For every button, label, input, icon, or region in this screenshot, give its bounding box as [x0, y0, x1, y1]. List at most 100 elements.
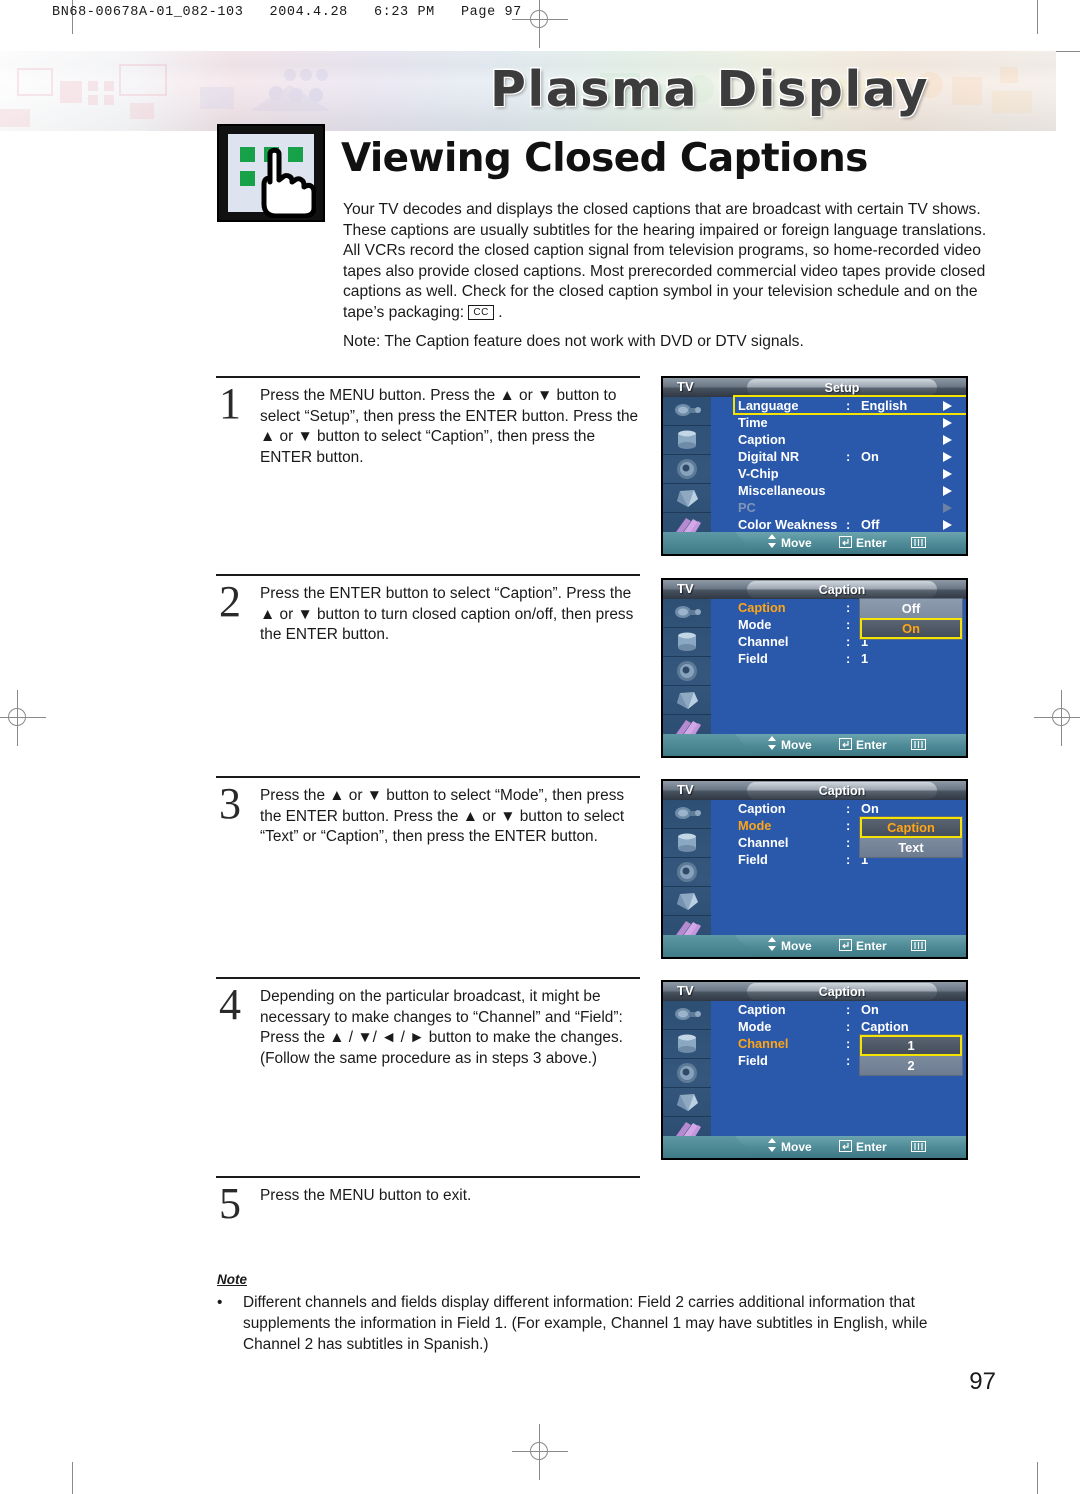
osd-setup-menu[interactable]: TV Setup Language: English Time Caption…	[661, 376, 968, 556]
menu-row-time[interactable]: Time	[711, 414, 966, 431]
osd-sidebar	[663, 599, 711, 756]
page-number: 97	[969, 1368, 996, 1395]
sidebar-item-channel[interactable]	[663, 484, 711, 513]
osd-caption-mode-menu[interactable]: TV Caption Caption: On Mode: Channel:…	[661, 779, 968, 959]
osd-caption-channel-menu[interactable]: TV Caption Caption: On Mode: Caption C…	[661, 980, 968, 1160]
menu-row-label: Field	[738, 1053, 768, 1068]
bullet-icon: •	[217, 1294, 223, 1311]
menu-row-language[interactable]: Language : English	[711, 395, 966, 415]
menu-row-color-weakness[interactable]: Color Weakness : Off	[711, 516, 966, 533]
footer-enter: Enter	[839, 534, 887, 553]
caption-mode-dropdown[interactable]: Caption Text	[859, 816, 963, 858]
menu-row-field[interactable]: Field : 1	[711, 650, 966, 667]
sidebar-item-picture[interactable]	[663, 829, 711, 858]
pointing-hand-icon	[261, 147, 316, 218]
sound-icon	[677, 862, 697, 882]
menu-row-label: Channel	[738, 634, 789, 649]
channel-icon	[677, 490, 698, 507]
dropdown-option-caption[interactable]: Caption	[860, 817, 962, 838]
osd-menu-title: Caption	[747, 581, 937, 598]
menu-row-caption[interactable]: Caption	[711, 431, 966, 448]
step-text: Press the ENTER button to select “Captio…	[260, 585, 634, 644]
osd-footer-bar: Move Enter Return	[663, 532, 966, 554]
menu-row-label: Caption	[738, 801, 786, 816]
menu-row-miscellaneous[interactable]: Miscellaneous	[711, 482, 966, 499]
menu-row-colon: :	[846, 617, 851, 632]
menu-key-icon	[911, 737, 926, 755]
osd-sidebar	[663, 397, 711, 554]
menu-row-mode[interactable]: Mode : Caption	[711, 1018, 966, 1035]
menu-row-v-chip[interactable]: V-Chip	[711, 465, 966, 482]
menu-row-label: PC	[738, 500, 756, 515]
sidebar-item-sound[interactable]	[663, 858, 711, 887]
menu-row-label: Channel	[738, 835, 789, 850]
dropdown-option-channel-2[interactable]: 2	[860, 1056, 962, 1075]
chevron-right-icon	[943, 435, 952, 445]
caption-channel-dropdown[interactable]: 1 2	[859, 1034, 963, 1076]
intro-paragraph: Your TV decodes and displays the closed …	[343, 200, 993, 323]
osd-tv-label: TV	[677, 782, 694, 797]
sidebar-item-input-source[interactable]	[663, 397, 711, 426]
menu-key-icon	[911, 938, 926, 956]
page-title: Viewing Closed Captions	[341, 136, 868, 181]
menu-key-icon	[911, 535, 926, 553]
up-down-arrow-icon	[767, 534, 777, 553]
sidebar-item-input-source[interactable]	[663, 599, 711, 628]
dropdown-option-text[interactable]: Text	[860, 838, 962, 857]
chevron-right-icon	[943, 469, 952, 479]
menu-row-label: Time	[738, 415, 768, 430]
crop-mark-bottom-right-vertical	[1037, 1462, 1038, 1494]
enter-key-icon	[839, 1139, 852, 1157]
menu-row-caption[interactable]: Caption : On	[711, 800, 966, 817]
footer-return: Return	[911, 1138, 966, 1158]
dropdown-option-off[interactable]: Off	[860, 599, 962, 618]
footer-enter: Enter	[839, 1138, 887, 1157]
menu-row-value: Off	[861, 517, 880, 532]
enter-key-icon	[839, 737, 852, 755]
footer-tab-shape	[663, 1136, 755, 1158]
sidebar-item-sound[interactable]	[663, 1059, 711, 1088]
banner-title-text: Plasma Display	[488, 60, 930, 120]
sidebar-item-picture[interactable]	[663, 628, 711, 657]
footer-enter: Enter	[839, 736, 887, 755]
menu-row-label: Mode	[738, 818, 772, 833]
dropdown-option-channel-1[interactable]: 1	[860, 1035, 962, 1056]
sidebar-item-sound[interactable]	[663, 455, 711, 484]
sidebar-item-channel[interactable]	[663, 686, 711, 715]
caption-onoff-dropdown[interactable]: Off On	[859, 598, 963, 640]
sidebar-item-picture[interactable]	[663, 1030, 711, 1059]
input-source-icon	[675, 404, 701, 416]
plasma-display-banner: Plasma Display	[0, 51, 1056, 131]
menu-row-colon: :	[846, 1053, 851, 1068]
osd-caption-onoff-menu[interactable]: TV Caption Caption: Mode: Channel: 1 …	[661, 578, 968, 758]
sidebar-item-channel[interactable]	[663, 1088, 711, 1117]
menu-row-digital-nr[interactable]: Digital NR : On	[711, 448, 966, 465]
sidebar-item-picture[interactable]	[663, 426, 711, 455]
osd-menu-rows: Caption : On Mode : Channel : Field : 1 …	[711, 800, 966, 935]
sidebar-item-sound[interactable]	[663, 657, 711, 686]
osd-menu-title: Caption	[747, 983, 937, 1000]
sidebar-item-input-source[interactable]	[663, 1001, 711, 1030]
footnote-heading: Note	[217, 1272, 247, 1287]
crop-mark-top-right-vertical	[1037, 0, 1038, 34]
menu-row-colon: :	[846, 651, 851, 666]
up-down-arrow-icon	[767, 1138, 777, 1157]
menu-row-colon: :	[846, 801, 851, 816]
osd-menu-rows: Language : English Time Caption Digital …	[711, 395, 966, 533]
intro-note: Note: The Caption feature does not work …	[343, 333, 804, 350]
registration-mark-bottom	[512, 1424, 568, 1480]
footer-move: Move	[767, 534, 812, 553]
menu-row-caption[interactable]: Caption : On	[711, 1001, 966, 1018]
footer-move: Move	[767, 1138, 812, 1157]
footer-return: Return	[911, 937, 966, 957]
enter-key-icon	[839, 535, 852, 553]
menu-row-value: 1	[861, 651, 869, 666]
menu-row-colon: :	[846, 398, 851, 413]
sidebar-item-input-source[interactable]	[663, 800, 711, 829]
dropdown-option-on[interactable]: On	[860, 618, 962, 639]
menu-row-value: On	[861, 1002, 879, 1017]
sidebar-item-channel[interactable]	[663, 887, 711, 916]
chevron-right-icon	[943, 503, 952, 513]
menu-row-colon: :	[846, 517, 851, 532]
sound-icon	[677, 661, 697, 681]
